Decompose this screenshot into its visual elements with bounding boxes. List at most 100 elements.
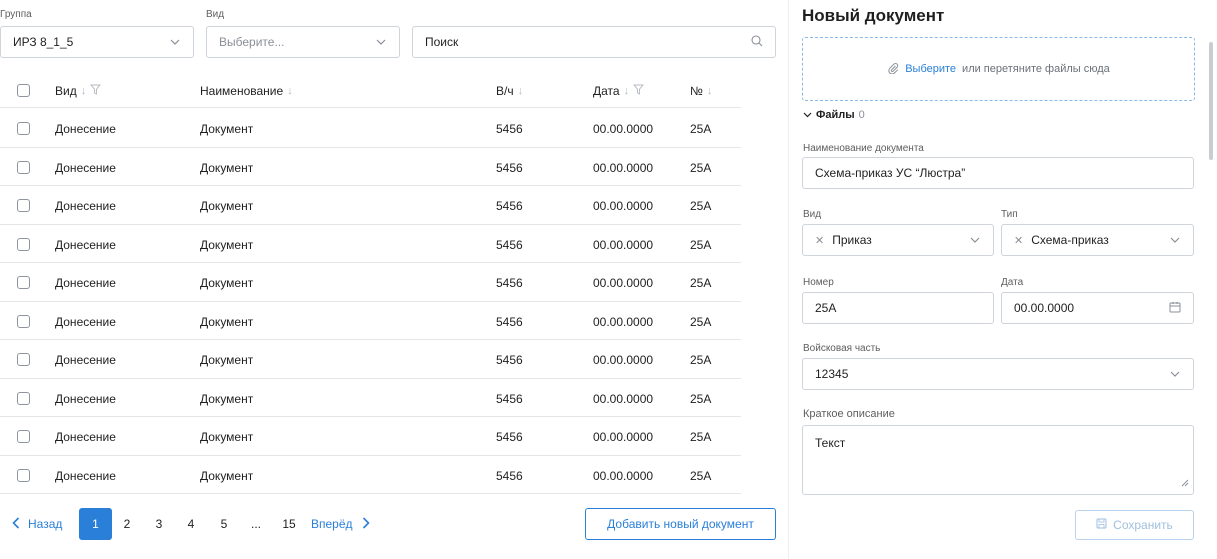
column-header-label: В/ч: [496, 84, 514, 98]
kind-filter-select[interactable]: Выберите...: [206, 26, 400, 58]
group-select[interactable]: ИРЗ 8_1_5: [0, 26, 194, 58]
paperclip-icon: [887, 62, 899, 77]
unit-select[interactable]: 12345: [802, 358, 1194, 390]
row-checkbox[interactable]: [17, 199, 30, 212]
sort-arrow-icon[interactable]: ↓: [707, 85, 713, 97]
table-row[interactable]: Донесение Документ 5456 00.00.0000 25А: [0, 148, 741, 186]
cell-name: Документ: [200, 391, 254, 406]
number-input[interactable]: 25А: [802, 292, 994, 324]
cell-number: 25А: [690, 122, 712, 136]
calendar-icon[interactable]: [1169, 301, 1181, 316]
cell-name: Документ: [200, 468, 254, 483]
row-checkbox[interactable]: [17, 353, 30, 366]
cell-number: 25А: [690, 314, 712, 329]
page-button-3[interactable]: 3: [145, 508, 173, 540]
sort-arrow-icon[interactable]: ↓: [518, 85, 524, 97]
chevron-down-icon: [803, 109, 812, 121]
document-name-label: Наименование документа: [803, 143, 924, 154]
cell-unit: 5456: [496, 237, 523, 252]
row-checkbox[interactable]: [17, 122, 30, 135]
sort-arrow-icon[interactable]: ↓: [624, 85, 630, 97]
table-row[interactable]: Донесение Документ 5456 00.00.0000 25А: [0, 263, 741, 302]
file-dropzone[interactable]: Выберите или перетяните файлы сюда: [802, 37, 1195, 101]
cell-unit: 5456: [496, 160, 523, 175]
cell-number: 25А: [690, 468, 712, 483]
page-button-4[interactable]: 4: [177, 508, 205, 540]
sort-arrow-icon[interactable]: ↓: [287, 85, 293, 97]
table-row[interactable]: Донесение Документ 5456 00.00.0000 25А: [0, 379, 741, 417]
table-row[interactable]: Донесение Документ 5456 00.00.0000 25А: [0, 109, 741, 148]
page-button-1[interactable]: 1: [79, 508, 112, 540]
column-header-name[interactable]: Наименование ↓: [200, 84, 293, 98]
filter-icon[interactable]: [633, 84, 645, 98]
cell-date: 00.00.0000: [593, 122, 654, 136]
clear-icon[interactable]: ✕: [815, 234, 824, 247]
document-name-input[interactable]: Схема-приказ УС “Люстра”: [802, 157, 1194, 189]
cell-date: 00.00.0000: [593, 160, 654, 175]
row-checkbox[interactable]: [17, 468, 30, 482]
save-button-label: Сохранить: [1113, 518, 1173, 532]
page-button-15[interactable]: 15: [275, 508, 303, 540]
kind-filter-label: Вид: [206, 9, 225, 20]
row-checkbox[interactable]: [17, 160, 30, 174]
search-icon[interactable]: [751, 34, 763, 50]
column-header-number[interactable]: № ↓: [690, 84, 712, 98]
cell-kind: Донесение: [55, 468, 116, 483]
table-row[interactable]: Донесение Документ 5456 00.00.0000 25А: [0, 186, 741, 225]
cell-name: Документ: [200, 430, 254, 444]
page-button-2[interactable]: 2: [113, 508, 141, 540]
page-ellipsis: ...: [250, 517, 261, 531]
page-button-5[interactable]: 5: [210, 508, 238, 540]
cell-number: 25А: [690, 199, 712, 213]
row-checkbox[interactable]: [17, 314, 30, 328]
cell-kind: Донесение: [55, 237, 116, 252]
files-toggle[interactable]: Файлы 0: [803, 109, 865, 121]
filter-icon[interactable]: [90, 84, 102, 98]
unit-label: Войсковая часть: [803, 343, 881, 354]
cell-kind: Донесение: [55, 314, 116, 329]
date-input[interactable]: 00.00.0000: [1001, 292, 1194, 324]
resize-handle-icon[interactable]: [1180, 476, 1189, 490]
unit-select-value: 12345: [815, 367, 849, 381]
cell-kind: Донесение: [55, 391, 116, 406]
pagination-next[interactable]: Вперёд: [311, 508, 370, 540]
chevron-left-icon: [12, 516, 20, 532]
row-checkbox[interactable]: [17, 391, 30, 405]
column-header-label: Дата: [593, 84, 620, 98]
row-checkbox[interactable]: [17, 237, 30, 251]
column-header-label: Наименование: [200, 84, 284, 98]
kind-filter-placeholder: Выберите...: [219, 35, 285, 49]
description-textarea[interactable]: Текст: [802, 425, 1194, 495]
table-header: Вид ↓ Наименование ↓ В/ч ↓ Дата ↓ № ↓: [0, 76, 741, 108]
column-header-date[interactable]: Дата ↓: [593, 84, 645, 98]
cell-number: 25А: [690, 237, 712, 252]
number-label: Номер: [803, 277, 834, 288]
dropzone-select-link[interactable]: Выберите: [905, 63, 956, 75]
row-checkbox[interactable]: [17, 430, 30, 443]
panel-scrollbar[interactable]: [1209, 42, 1213, 160]
cell-date: 00.00.0000: [593, 353, 654, 367]
table-row[interactable]: Донесение Документ 5456 00.00.0000 25А: [0, 225, 741, 263]
table-row[interactable]: Донесение Документ 5456 00.00.0000 25А: [0, 456, 741, 494]
select-all-checkbox[interactable]: [17, 84, 30, 97]
cell-kind: Донесение: [55, 199, 116, 213]
pagination-prev[interactable]: Назад: [12, 508, 62, 540]
type-select[interactable]: ✕ Схема-приказ: [1001, 224, 1194, 256]
kind-select[interactable]: ✕ Приказ: [802, 224, 994, 256]
table-row[interactable]: Донесение Документ 5456 00.00.0000 25А: [0, 302, 741, 340]
cell-number: 25А: [690, 276, 712, 290]
save-button[interactable]: Сохранить: [1075, 510, 1194, 540]
cell-unit: 5456: [496, 430, 523, 444]
kind-select-value: Приказ: [832, 233, 872, 247]
add-document-button[interactable]: Добавить новый документ: [585, 508, 776, 540]
column-header-kind[interactable]: Вид ↓: [55, 84, 102, 98]
row-checkbox[interactable]: [17, 276, 30, 289]
clear-icon[interactable]: ✕: [1014, 234, 1023, 247]
table-row[interactable]: Донесение Документ 5456 00.00.0000 25А: [0, 340, 741, 379]
column-header-unit[interactable]: В/ч ↓: [496, 84, 523, 98]
search-placeholder: Поиск: [425, 35, 459, 49]
cell-unit: 5456: [496, 391, 523, 406]
table-row[interactable]: Донесение Документ 5456 00.00.0000 25А: [0, 417, 741, 456]
sort-arrow-icon[interactable]: ↓: [81, 85, 87, 97]
search-input[interactable]: Поиск: [412, 26, 776, 58]
